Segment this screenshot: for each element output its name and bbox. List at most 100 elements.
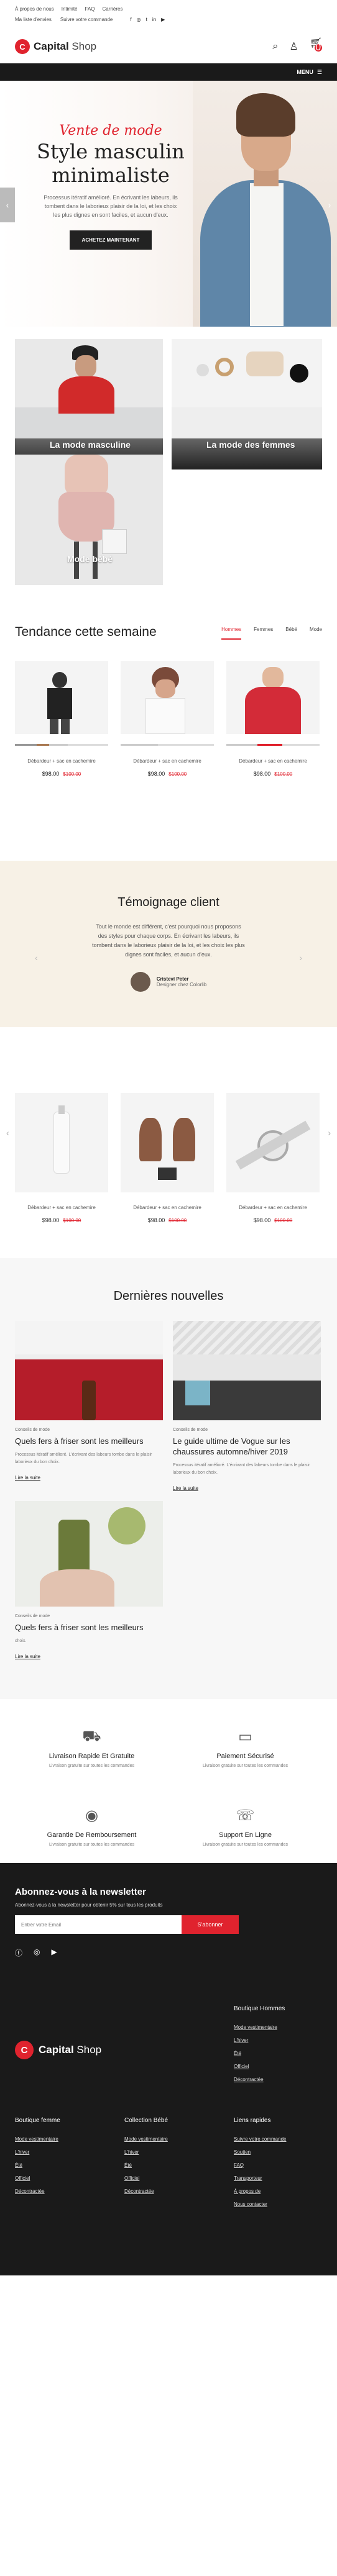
read-more-link[interactable]: Lire la suite (173, 1485, 321, 1491)
logo-icon: C (15, 2041, 34, 2059)
testimonial-title: Témoignage client (118, 896, 219, 909)
track-order-link[interactable]: Suivre votre commande (60, 17, 113, 22)
news-image (15, 1501, 163, 1607)
footer-logo[interactable]: C Capital Shop (15, 2010, 101, 2090)
product-card[interactable]: Débardeur + sac en cachemire $98.00 $100.… (121, 661, 214, 777)
footer-link[interactable]: Été (124, 2162, 211, 2168)
faq-link[interactable]: FAQ (85, 6, 95, 12)
prev-arrow-icon[interactable]: ‹ (0, 188, 15, 222)
footer-col-title: Collection Bébé (124, 2117, 168, 2124)
product-price: $98.00 (42, 1217, 60, 1223)
twitter-icon[interactable]: t (146, 17, 147, 22)
footer-link[interactable]: Mode vestimentaire (15, 2136, 102, 2142)
product-old-price: $100.00 (63, 1218, 81, 1223)
footer-link[interactable]: Suivre votre commande (234, 2136, 321, 2142)
category-baby[interactable]: Mode bébé (15, 455, 163, 585)
tab-women[interactable]: Femmes (254, 627, 273, 640)
footer-link[interactable]: Mode vestimentaire (124, 2136, 211, 2142)
product-card[interactable]: Débardeur + sac en cachemire $98.00 $100.… (15, 1093, 108, 1223)
careers-link[interactable]: Carrières (103, 6, 123, 12)
next-arrow-icon[interactable]: › (299, 953, 302, 963)
footer-link[interactable]: Soutien (234, 2149, 321, 2155)
footer-link[interactable]: Transporteur (234, 2175, 321, 2181)
service-title: Support En Ligne (218, 1831, 272, 1839)
hamburger-icon: ☰ (316, 68, 322, 75)
wishlist-link[interactable]: Ma liste d'envies (15, 17, 52, 22)
news-card[interactable]: Conseils de mode Quels fers à friser son… (15, 1321, 163, 1481)
footer-link[interactable]: L'hiver (124, 2149, 211, 2155)
product-name: Débardeur + sac en cachemire (239, 1205, 307, 1210)
facebook-icon[interactable]: ⓕ (15, 1948, 22, 1958)
linkedin-icon[interactable]: in (152, 17, 156, 22)
next-arrow-icon[interactable]: › (322, 188, 337, 222)
news-image (173, 1321, 321, 1420)
hero-slider: Vente de mode Style masculin minimaliste… (0, 81, 337, 327)
footer-link[interactable]: Été (15, 2162, 102, 2168)
product-card[interactable]: Débardeur + sac en cachemire $98.00 $100.… (15, 661, 108, 777)
tab-fashion[interactable]: Mode (310, 627, 322, 640)
instagram-icon[interactable]: ◎ (137, 17, 141, 22)
footer-link[interactable]: Officiel (15, 2175, 102, 2181)
footer-link[interactable]: Été (234, 2051, 322, 2056)
footer-link[interactable]: L'hiver (234, 2038, 322, 2043)
footer-link[interactable]: À propos de (234, 2188, 321, 2194)
cart-icon[interactable]: 🛒︎ 0 (310, 37, 322, 57)
shop-now-button[interactable]: ACHETEZ MAINTENANT (69, 230, 152, 250)
footer-link[interactable]: L'hiver (15, 2149, 102, 2155)
newsletter-form: S'abonner (15, 1915, 322, 1934)
next-arrow-icon[interactable]: › (328, 1128, 331, 1138)
about-link[interactable]: À propos de nous (15, 6, 54, 12)
top-bar: À propos de nous Intimité FAQ Carrières … (0, 0, 337, 30)
product-card[interactable]: Débardeur + sac en cachemire $98.00 $100.… (226, 1093, 320, 1223)
prev-arrow-icon[interactable]: ‹ (35, 953, 38, 963)
email-field[interactable] (15, 1915, 182, 1934)
read-more-link[interactable]: Lire la suite (15, 1475, 163, 1481)
category-women[interactable]: La mode des femmes (172, 339, 322, 469)
news-excerpt: choix. (15, 1639, 27, 1643)
instagram-icon[interactable]: ◎ (34, 1948, 40, 1958)
category-baby-label: Mode bébé (67, 554, 113, 564)
product-image (226, 1093, 320, 1192)
product-image (226, 661, 320, 734)
news-card[interactable]: Conseils de mode Quels fers à friser son… (15, 1501, 163, 1659)
news-category: Conseils de mode (15, 1428, 50, 1432)
hero-title: Style masculin minimaliste (37, 140, 185, 187)
youtube-icon[interactable]: ▶ (161, 17, 165, 22)
footer-link[interactable]: Décontractée (234, 2077, 322, 2082)
product-card[interactable]: Débardeur + sac en cachemire $98.00 $100.… (121, 1093, 214, 1223)
categories: La mode masculine La mode des femmes Mod… (0, 327, 337, 600)
newsletter-title: Abonnez-vous à la newsletter (15, 1887, 146, 1897)
read-more-link[interactable]: Lire la suite (15, 1654, 163, 1659)
news-excerpt: Processus itératif amélioré. L'écrivant … (15, 1453, 152, 1464)
site-header: C Capital Shop ⌕ ♙ 🛒︎ 0 (0, 30, 337, 63)
product-card[interactable]: Débardeur + sac en cachemire $98.00 $100.… (226, 661, 320, 777)
logo[interactable]: C Capital Shop (15, 39, 96, 54)
facebook-icon[interactable]: f (130, 17, 131, 22)
subscribe-button[interactable]: S'abonner (182, 1915, 239, 1934)
footer-link[interactable]: Nous contacter (234, 2202, 321, 2207)
footer-link[interactable]: Mode vestimentaire (234, 2025, 322, 2030)
support-icon: ☏ (236, 1807, 255, 1824)
user-icon[interactable]: ♙ (289, 40, 298, 53)
tab-men[interactable]: Hommes (221, 627, 242, 640)
menu-button[interactable]: MENU ☰ (297, 69, 322, 76)
trending-title: Tendance cette semaine (15, 625, 157, 639)
youtube-icon[interactable]: ▶ (52, 1948, 57, 1958)
news-headline: Quels fers à friser sont les meilleurs (15, 1436, 144, 1446)
search-icon[interactable]: ⌕ (272, 41, 278, 52)
footer-link[interactable]: Décontractée (124, 2188, 211, 2194)
testimonial-text: Tout le monde est différent, c'est pourq… (92, 923, 245, 958)
prev-arrow-icon[interactable]: ‹ (6, 1128, 9, 1138)
footer-link[interactable]: FAQ (234, 2162, 321, 2168)
footer-col-title: Boutique femme (15, 2117, 60, 2124)
menu-label: MENU (297, 69, 313, 75)
privacy-link[interactable]: Intimité (62, 6, 78, 12)
category-men[interactable]: La mode masculine (15, 339, 163, 469)
news-card[interactable]: Conseils de mode Le guide ultime de Vogu… (173, 1321, 321, 1491)
footer-link[interactable]: Décontractée (15, 2188, 102, 2194)
testimonial-author: Cristeví Peter (156, 976, 189, 982)
footer-link[interactable]: Officiel (234, 2064, 322, 2069)
footer-link[interactable]: Officiel (124, 2175, 211, 2181)
tab-baby[interactable]: Bébé (285, 627, 297, 640)
product-price: $98.00 (147, 1217, 165, 1223)
